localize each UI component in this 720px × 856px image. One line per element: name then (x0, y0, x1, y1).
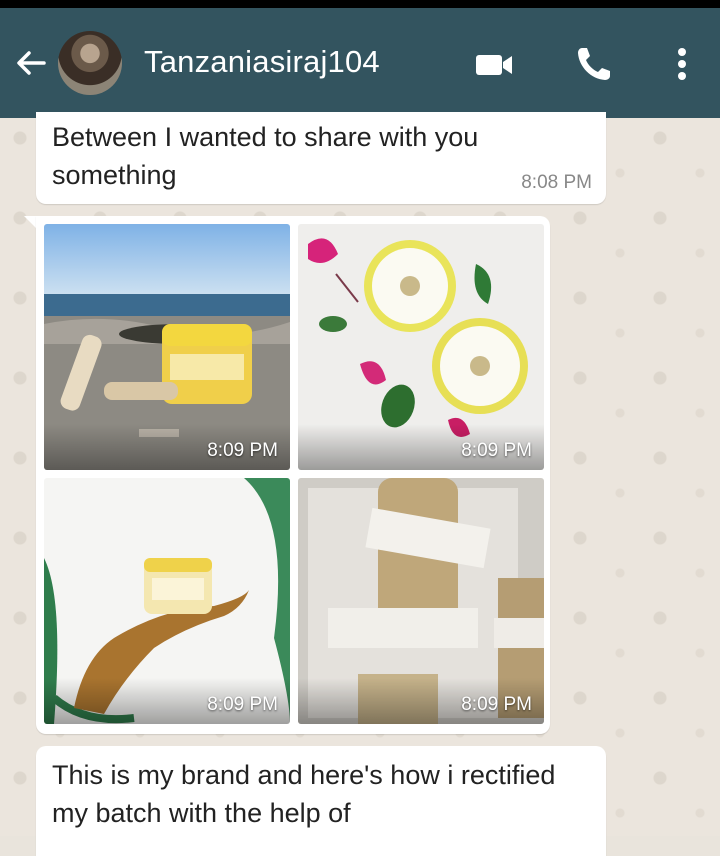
message-text: Between I wanted to share with you somet… (52, 122, 479, 190)
media-time: 8:09 PM (207, 694, 278, 715)
status-bar (0, 0, 720, 8)
contact-name[interactable]: Tanzaniasiraj104 (144, 44, 380, 80)
phone-icon (578, 48, 610, 80)
media-thumbnail-bottles[interactable]: 8:09 PM (298, 478, 544, 724)
media-thumbnail-jars[interactable]: 8:09 PM (298, 224, 544, 470)
media-time: 8:09 PM (461, 694, 532, 715)
media-message-bubble: 8:09 PM 8:09 PM 8:09 PM 8:09 PM (36, 216, 550, 734)
video-call-icon (476, 55, 512, 75)
message-text: This is my brand and here's how i rectif… (52, 760, 556, 828)
message-bubble[interactable]: Between I wanted to share with you somet… (36, 112, 606, 204)
back-button[interactable] (8, 40, 54, 86)
media-thumbnail-beach[interactable]: 8:09 PM (44, 224, 290, 470)
video-call-button[interactable] (474, 42, 518, 86)
media-time: 8:09 PM (461, 440, 532, 461)
chat-header: Tanzaniasiraj104 (0, 8, 720, 118)
avatar[interactable] (58, 31, 122, 95)
back-arrow-icon (17, 51, 46, 75)
media-time: 8:09 PM (207, 440, 278, 461)
message-time: 8:08 PM (521, 172, 592, 193)
voice-call-button[interactable] (572, 42, 616, 86)
more-vert-icon (678, 48, 686, 80)
message-bubble[interactable]: This is my brand and here's how i rectif… (36, 746, 606, 856)
more-options-button[interactable] (660, 42, 704, 86)
media-thumbnail-hand[interactable]: 8:09 PM (44, 478, 290, 724)
